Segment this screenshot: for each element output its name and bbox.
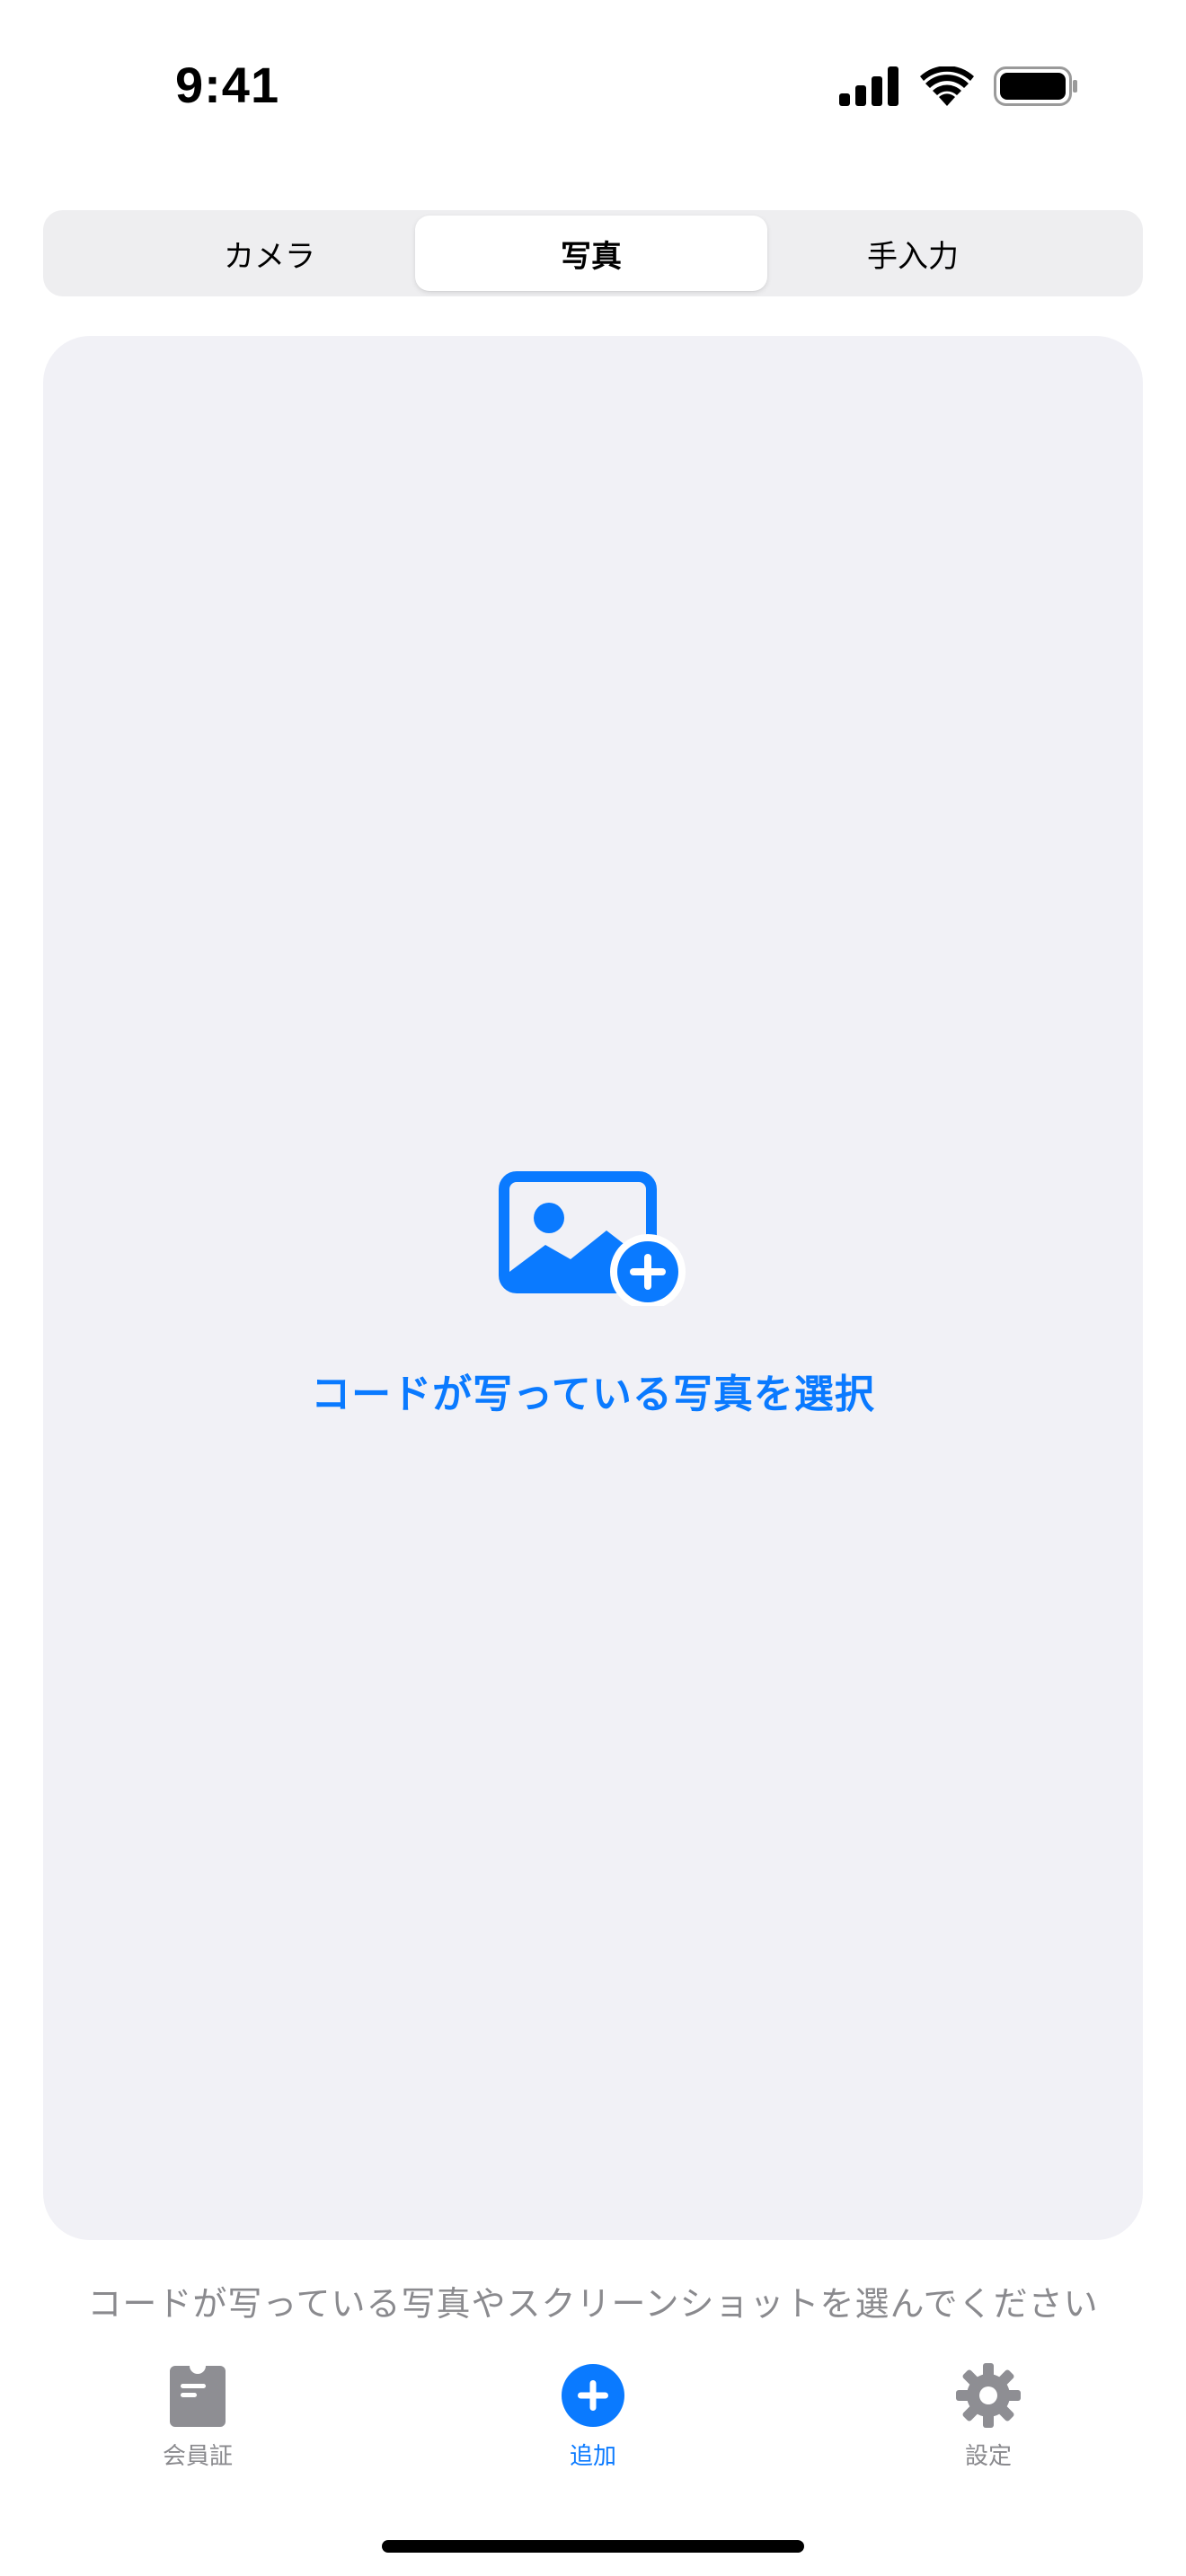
tab-add[interactable]: 追加 [485,2362,701,2471]
home-indicator[interactable] [382,2540,804,2553]
tab-settings[interactable]: 設定 [881,2362,1096,2471]
gear-icon [956,2363,1021,2428]
tab-label-settings: 設定 [964,2443,1012,2470]
source-segmented-control: カメラ 写真 手入力 [43,210,1143,296]
select-photo-label: コードが写っている写真を選択 [311,1372,875,1417]
segment-manual-entry[interactable]: 手入力 [737,216,1089,291]
status-time: 9:41 [175,57,280,113]
select-photo-button[interactable]: コードが写っている写真を選択 [43,1171,1143,1419]
tab-bar: 会員証 追加 設定 [0,2353,1186,2488]
battery-icon [994,66,1077,106]
status-icons [839,63,1078,110]
membership-card-icon [170,2366,226,2427]
tab-label-membership-card: 会員証 [162,2443,233,2470]
status-bar: 9:41 [0,0,1186,171]
photo-picker-area[interactable]: コードが写っている写真を選択 [43,336,1143,2240]
photo-badge-plus-icon [499,1171,686,1306]
tab-label-add: 追加 [569,2443,616,2470]
plus-circle-icon [562,2364,624,2427]
cellular-signal-icon [839,66,898,106]
wifi-icon [920,66,974,106]
segment-camera[interactable]: カメラ [93,216,446,291]
segment-photo[interactable]: 写真 [415,216,767,291]
tab-membership-card[interactable]: 会員証 [90,2362,305,2471]
instruction-text: コードが写っている写真やスクリーンショットを選んでください [87,2284,1099,2324]
